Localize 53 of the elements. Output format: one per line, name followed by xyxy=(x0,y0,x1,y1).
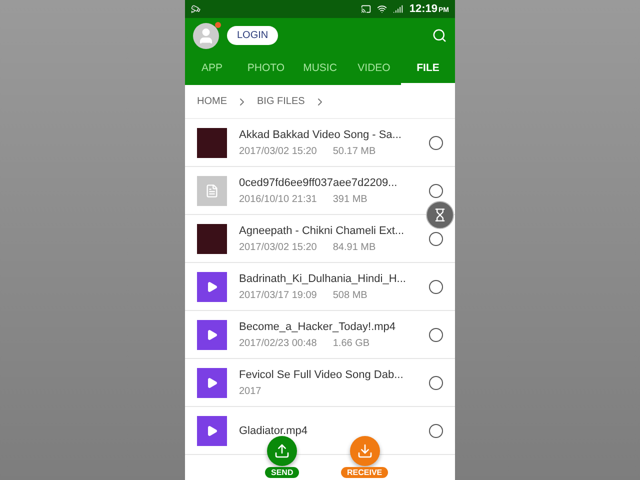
download-icon xyxy=(356,443,373,459)
file-size: 84.91 MB xyxy=(332,242,376,252)
file-name: Become_a_Hacker_Today!.mp4 xyxy=(239,320,397,332)
upload-button[interactable] xyxy=(267,436,298,466)
play-icon xyxy=(206,376,218,388)
radio-button[interactable] xyxy=(429,280,443,294)
login-button[interactable]: LOGIN xyxy=(227,26,278,45)
file-row[interactable]: Become_a_Hacker_Today!.mp4 2017/02/23 00:48 1.66 GB xyxy=(185,311,455,359)
file-name: Badrinath_Ki_Dulhania_Hindi_H... xyxy=(239,272,407,284)
download-button[interactable] xyxy=(350,436,380,466)
file-date: 2017/03/02 15:20 xyxy=(239,146,317,156)
clock-time: 12:19 xyxy=(409,3,438,15)
file-row[interactable]: Badrinath_Ki_Dulhania_Hindi_H... 2017/03/17 19:09 508 MB xyxy=(185,263,455,311)
file-row[interactable]: Fevicol Se Full Video Song Dab... 2017 xyxy=(185,359,455,407)
action-label: SEND xyxy=(265,467,300,478)
file-date: 2017/03/02 15:20 xyxy=(239,242,317,252)
file-row[interactable]: Akkad Bakkad Video Song - Sa... 2017/03/02 15:20 50.17 MB xyxy=(185,119,455,167)
signal-icon xyxy=(393,4,404,14)
play-icon xyxy=(206,424,218,436)
breadcrumb-link[interactable]: HOME xyxy=(197,96,227,107)
photo-placeholder xyxy=(197,128,227,158)
search-icon[interactable] xyxy=(432,28,447,43)
upload-icon xyxy=(274,443,290,459)
avatar[interactable] xyxy=(193,22,219,48)
cast-icon xyxy=(361,4,372,14)
file-name: Gladiator.mp4 xyxy=(239,424,308,436)
file-size: 1.66 GB xyxy=(332,338,370,348)
file-name: Akkad Bakkad Video Song - Sa... xyxy=(239,128,402,140)
file-date: 2017 xyxy=(239,386,262,396)
play-icon xyxy=(206,328,218,340)
file-name: Agneepath - Chikni Chameli Ext... xyxy=(239,224,406,236)
radio-button[interactable] xyxy=(429,376,443,390)
file-date: 2017/02/23 00:48 xyxy=(239,338,317,348)
file-size: 50.17 MB xyxy=(332,146,376,156)
file-name: 0ced97fd6ee9ff037aee7d2209... xyxy=(239,176,398,188)
radio-button[interactable] xyxy=(429,184,443,198)
radio-button[interactable] xyxy=(429,328,443,342)
photo-placeholder xyxy=(197,224,227,254)
file-date: 2016/10/10 21:31 xyxy=(239,194,317,204)
radio-button[interactable] xyxy=(429,232,443,246)
file-size: 508 MB xyxy=(332,290,368,300)
file-date: 2017/03/17 19:09 xyxy=(239,290,317,300)
camera-icon xyxy=(191,4,201,14)
wifi-icon xyxy=(377,4,388,14)
document-icon xyxy=(205,184,219,198)
action-label: RECEIVE xyxy=(341,467,388,478)
file-size: 391 MB xyxy=(332,194,368,204)
breadcrumb-link[interactable]: BIG FILES xyxy=(257,96,305,107)
radio-button[interactable] xyxy=(429,424,443,438)
person-icon xyxy=(197,26,215,44)
play-icon xyxy=(206,280,218,292)
file-name: Fevicol Se Full Video Song Dab... xyxy=(239,368,404,380)
radio-button[interactable] xyxy=(429,136,443,150)
